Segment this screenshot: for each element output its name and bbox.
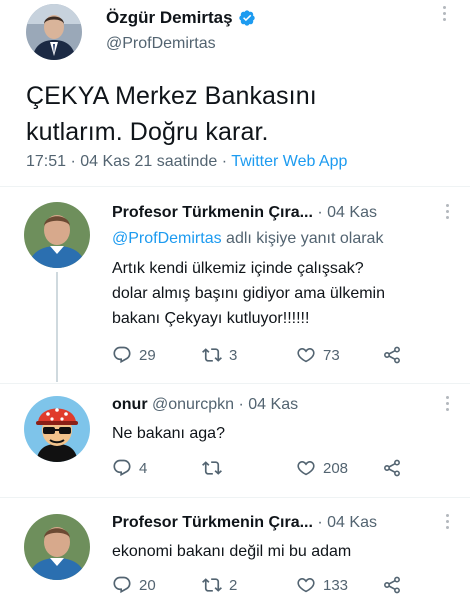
like-count: 133 [323,576,349,594]
reply-action[interactable]: 4 [112,458,147,478]
reply-author-name[interactable]: onur [112,396,148,413]
like-action[interactable]: 133 [296,575,348,595]
tweet-text: ÇEKYA Merkez Bankasını kutlarım. Doğru k… [26,78,446,150]
like-count: 73 [323,346,340,364]
reply-tweet[interactable]: onur @onurcpkn · 04 Kas Ne bakanı aga? 4… [0,384,470,496]
retweet-icon [202,578,222,592]
reply-tweet[interactable]: Profesor Türkmenin Çıra... · 04 Kas ekon… [0,498,470,603]
reply-text: Ne bakanı aga? [112,421,442,446]
divider [0,186,470,187]
reply-count: 4 [139,459,148,477]
reply-text-line: bakanı Çekyayı kutluyor!!!!!! [112,310,310,327]
tweet-text-line: kutlarım. Doğru karar. [26,118,269,146]
like-count: 208 [323,459,349,477]
reply-icon [113,346,131,364]
reply-tweet[interactable]: Profesor Türkmenin Çıra... · 04 Kas @Pro… [0,188,470,382]
action-bar: 4 208 [112,458,412,480]
retweet-count: 2 [229,576,238,594]
share-action[interactable] [382,575,402,595]
replying-to: @ProfDemirtas adlı kişiye yanıt olarak [112,230,383,248]
reply-action[interactable]: 20 [112,575,156,595]
reply-meta[interactable]: @onurcpkn · 04 Kas [148,396,298,413]
main-avatar[interactable] [26,4,82,60]
tweet-meta: 17:51 · 04 Kas 21 saatinde · Twitter Web… [26,153,347,171]
reply-text: ekonomi bakanı değil mi bu adam [112,539,442,564]
share-icon [384,459,400,477]
more-dots-icon[interactable] [444,204,450,224]
retweet-action[interactable]: 2 [202,575,237,595]
share-action[interactable] [382,458,402,478]
more-dots-icon[interactable] [444,514,450,534]
author-handle[interactable]: @ProfDemirtas [106,35,216,53]
reply-header: Profesor Türkmenin Çıra... · 04 Kas [112,204,377,222]
verified-badge-icon [238,10,255,26]
reply-action[interactable]: 29 [112,345,156,365]
reply-header: onur @onurcpkn · 04 Kas [112,396,298,414]
reply-avatar[interactable] [24,396,90,462]
author-name-row: Özgür Demirtaş [106,8,256,28]
retweet-action[interactable]: 3 [202,345,237,365]
reply-meta[interactable]: · 04 Kas [313,514,377,531]
tweet-source[interactable]: Twitter Web App [231,153,347,170]
tweet-timestamp[interactable]: 17:51 · 04 Kas 21 saatinde · [26,153,231,170]
action-bar: 20 2 133 [112,575,412,597]
retweet-action[interactable] [202,458,229,478]
reply-avatar[interactable] [24,202,90,268]
retweet-count: 3 [229,346,238,364]
reply-author-name[interactable]: Profesor Türkmenin Çıra... [112,204,313,221]
reply-author-name[interactable]: Profesor Türkmenin Çıra... [112,514,313,531]
reply-count: 20 [139,576,156,594]
reply-text-line: dolar almış başını gidiyor ama ülkemin [112,285,386,302]
reply-icon [113,459,131,477]
reply-text-line: ekonomi bakanı değil mi bu adam [112,543,352,560]
share-action[interactable] [382,345,402,365]
reply-header: Profesor Türkmenin Çıra... · 04 Kas [112,514,377,532]
retweet-icon [202,461,222,475]
share-icon [384,576,400,594]
thread-line [56,272,58,382]
author-name[interactable]: Özgür Demirtaş [106,8,233,28]
main-tweet: Özgür Demirtaş @ProfDemirtas ÇEKYA Merke… [0,0,470,185]
tweet-text-line: ÇEKYA Merkez Bankasını [26,82,317,110]
reply-count: 29 [139,346,156,364]
reply-mention[interactable]: @ProfDemirtas [112,230,222,247]
reply-meta[interactable]: · 04 Kas [313,204,377,221]
reply-avatar[interactable] [24,514,90,580]
like-icon [297,577,315,593]
action-bar: 29 3 73 [112,345,412,367]
reply-text-line: Artık kendi ülkemiz içinde çalışsak? [112,260,364,277]
more-dots-icon[interactable] [444,396,450,416]
more-dots-icon[interactable] [441,6,447,26]
like-icon [297,347,315,363]
retweet-icon [202,348,222,362]
like-icon [297,460,315,476]
reply-icon [113,576,131,594]
share-icon [384,346,400,364]
reply-to-suffix: adlı kişiye yanıt olarak [221,230,384,247]
reply-text: Artık kendi ülkemiz içinde çalışsak? dol… [112,256,442,331]
reply-text-line: Ne bakanı aga? [112,425,225,442]
like-action[interactable]: 73 [296,345,340,365]
like-action[interactable]: 208 [296,458,348,478]
